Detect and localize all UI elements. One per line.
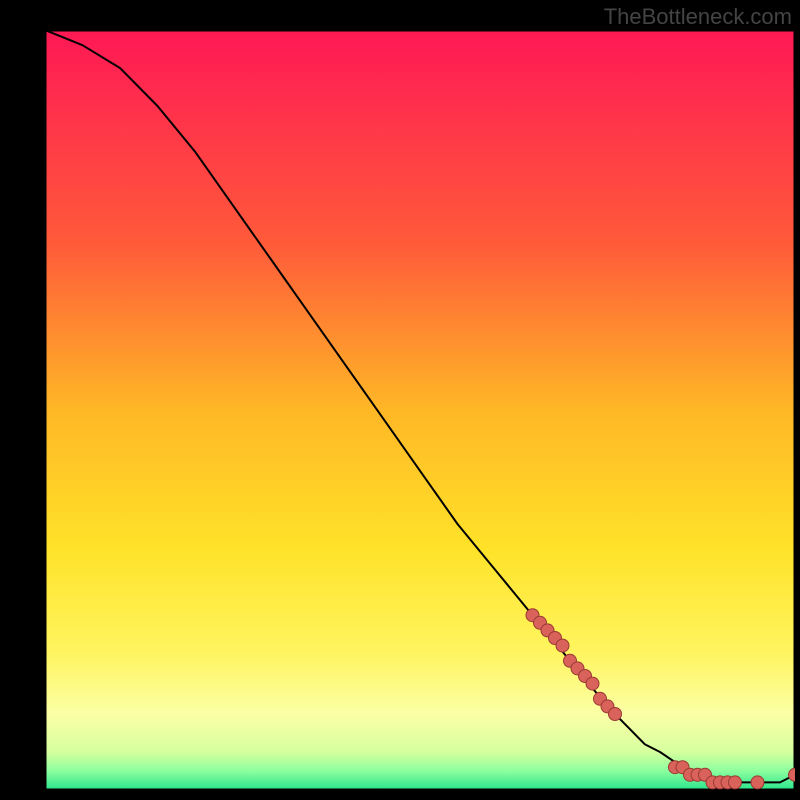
- marker-point: [586, 677, 599, 690]
- watermark-text: TheBottleneck.com: [604, 4, 792, 30]
- chart-container: TheBottleneck.com: [0, 0, 800, 800]
- curve-line: [45, 30, 795, 782]
- marker-point: [556, 639, 569, 652]
- marker-point: [609, 708, 622, 721]
- marker-point: [789, 768, 796, 781]
- marker-point: [751, 776, 764, 789]
- plot-area: [45, 30, 795, 790]
- marker-point: [729, 776, 742, 789]
- curve-overlay: [45, 30, 795, 790]
